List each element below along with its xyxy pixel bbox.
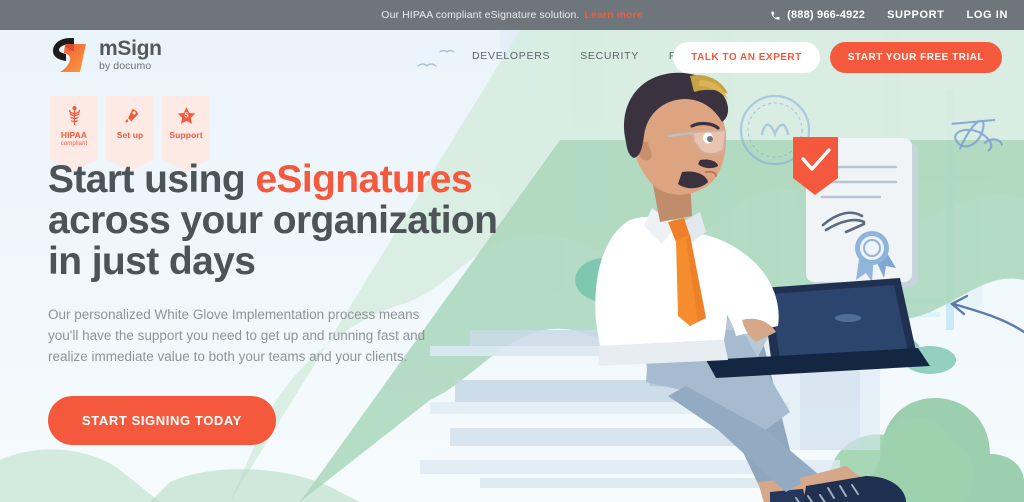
hero-copy: Start using eSignatures across your orga… <box>48 158 518 445</box>
badge-support: 5 Support <box>162 96 210 172</box>
badge-setup: Set up <box>106 96 154 172</box>
logo[interactable]: mSign by documo <box>50 36 162 74</box>
nav-item-security[interactable]: SECURITY <box>580 50 639 62</box>
start-free-trial-button[interactable]: START YOUR FREE TRIAL <box>829 42 1002 73</box>
headline-accent: eSignatures <box>255 158 472 201</box>
badge-hipaa-sub: compliant <box>60 141 88 148</box>
learn-more-link[interactable]: Learn more <box>585 9 643 21</box>
announcement-text: Our HIPAA compliant eSignature solution. <box>381 9 580 21</box>
header-cta-group: TALK TO AN EXPERT START YOUR FREE TRIAL <box>673 42 1002 73</box>
badge-setup-title: Set up <box>116 130 144 140</box>
start-signing-today-button[interactable]: START SIGNING TODAY <box>48 395 276 445</box>
talk-to-expert-button[interactable]: TALK TO AN EXPERT <box>673 42 820 73</box>
top-utility-bar: Our HIPAA compliant eSignature solution.… <box>0 0 1024 30</box>
nav-item-developers[interactable]: DEVELOPERS <box>472 50 550 62</box>
logo-name: mSign <box>99 37 162 61</box>
badge-support-title: Support <box>169 130 203 140</box>
badge-label: Support <box>165 130 207 140</box>
certificate-illustration <box>793 137 918 287</box>
headline-line2: across your organization <box>48 198 498 242</box>
login-link[interactable]: LOG IN <box>967 9 1009 21</box>
logo-tagline: by documo <box>99 60 152 73</box>
page-title: Start using eSignatures across your orga… <box>48 158 518 283</box>
badge-label: Set up <box>109 130 151 140</box>
hero-paragraph: Our personalized White Glove Implementat… <box>48 306 426 364</box>
badge-hipaa: HIPAA compliant <box>50 96 98 172</box>
badge-label: HIPAA compliant <box>53 130 95 148</box>
phone-number: (888) 966-4922 <box>787 9 866 21</box>
hero-page: Our HIPAA compliant eSignature solution.… <box>0 0 1024 502</box>
headline-line3: in just days <box>48 239 256 283</box>
star-icon: 5 <box>165 105 207 127</box>
site-header: mSign by documo DEVELOPERS SECURITY PRIC… <box>0 30 1024 86</box>
phone-link[interactable]: (888) 966-4922 <box>770 9 865 21</box>
headline-line1: Start using <box>48 158 256 201</box>
support-link[interactable]: SUPPORT <box>887 9 944 21</box>
caduceus-icon <box>53 105 95 127</box>
phone-icon <box>770 10 781 21</box>
rocket-icon <box>109 105 151 127</box>
star-value: 5 <box>184 111 188 120</box>
top-utility-links: (888) 966-4922 SUPPORT LOG IN <box>770 0 1008 30</box>
msign-logo-icon <box>53 38 86 72</box>
badge-hipaa-title: HIPAA <box>60 130 88 140</box>
logo-text: mSign by documo <box>99 38 162 72</box>
trust-badges: HIPAA compliant Set up 5 Support <box>50 96 210 172</box>
